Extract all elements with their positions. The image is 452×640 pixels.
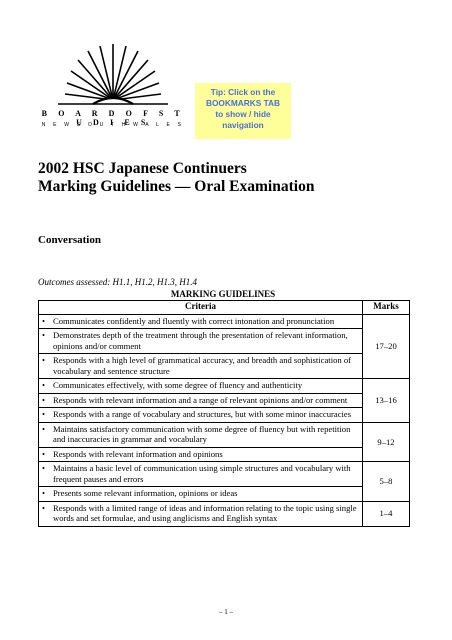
criterion-text: Responds with a range of vocabulary and … — [53, 409, 352, 419]
criterion-item: • Maintains satisfactory communication wi… — [39, 423, 362, 447]
marks-cell: 5–8 — [362, 461, 410, 502]
criterion-item: • Communicates effectively, with some deg… — [39, 379, 362, 393]
criterion-item: • Presents some relevant information, opi… — [39, 486, 362, 501]
criterion-item: • Responds with relevant information and … — [39, 446, 362, 462]
tip-line: to show / hide — [215, 109, 271, 119]
bullet-icon: • — [42, 380, 46, 390]
bullet-icon: • — [42, 488, 46, 498]
bullet-icon: • — [42, 423, 46, 434]
table-header-row: Criteria Marks — [38, 300, 410, 315]
criteria-cell: • Communicates confidently and fluently w… — [38, 313, 363, 379]
table-row: • Maintains a basic level of communicatio… — [38, 461, 410, 502]
tip-line: navigation — [222, 120, 264, 130]
marking-guidelines-heading: MARKING GUIDELINES — [170, 289, 276, 299]
title-line: Marking Guidelines — Oral Examination — [38, 178, 315, 195]
bullet-icon: • — [42, 409, 46, 419]
criterion-text: Communicates confidently and fluently wi… — [53, 315, 335, 326]
marks-cell: 13–16 — [362, 378, 410, 423]
tip-line: BOOKMARKS TAB — [205, 98, 281, 108]
criterion-text: Responds with a limited range of ideas a… — [53, 502, 357, 524]
marks-cell: 1–4 — [362, 500, 410, 527]
page-title: 2002 HSC Japanese Continuers Marking Gui… — [38, 160, 314, 196]
title-line: 2002 HSC Japanese Continuers — [38, 160, 247, 177]
page-number: – 1 – — [219, 608, 233, 616]
criterion-text: Responds with relevant information and a… — [53, 394, 348, 405]
bullet-icon: • — [42, 502, 46, 513]
criterion-item: • Responds with a high level of grammatic… — [39, 353, 362, 378]
criteria-cell: • Maintains satisfactory communication wi… — [38, 421, 363, 462]
criteria-cell: • Communicates effectively, with some deg… — [38, 378, 363, 423]
bullet-icon: • — [42, 355, 46, 365]
table-row: • Communicates confidently and fluently w… — [38, 313, 410, 379]
table-row: • Maintains satisfactory communication wi… — [38, 421, 410, 462]
bullet-icon: • — [42, 315, 46, 326]
bullet-icon: • — [42, 394, 46, 405]
tip-line: Tip: Click on the — [210, 87, 276, 97]
criterion-text: Responds with a high level of grammatica… — [53, 355, 351, 376]
table-row: • Responds with a limited range of ideas … — [38, 500, 410, 527]
criterion-item: • Demonstrates depth of the treatment thr… — [39, 328, 362, 353]
criterion-text: Presents some relevant information, opin… — [53, 488, 238, 498]
criteria-header: Criteria — [38, 300, 363, 315]
criterion-text: Maintains satisfactory communication wit… — [53, 423, 351, 445]
outcomes-assessed: Outcomes assessed: H1.1, H1.2, H1.3, H1.… — [38, 277, 197, 287]
criterion-text: Demonstrates depth of the treatment thro… — [53, 330, 348, 351]
org-subtitle: N E W S O U T H W A L E S — [41, 122, 185, 128]
criterion-item: • Responds with a range of vocabulary and… — [39, 407, 362, 422]
criterion-item: • Maintains a basic level of communicatio… — [39, 462, 362, 486]
bookmarks-tip-box: Tip: Click on the BOOKMARKS TAB to show … — [195, 83, 291, 139]
sunburst-logo-icon — [58, 44, 168, 105]
section-title: Conversation — [38, 234, 101, 246]
bullet-icon: • — [42, 330, 46, 340]
criterion-text: Responds with relevant information and o… — [53, 448, 223, 459]
bullet-icon: • — [42, 463, 46, 473]
criterion-item: • Responds with relevant information and … — [39, 392, 362, 408]
criterion-text: Communicates effectively, with some degr… — [53, 380, 303, 390]
marks-cell: 9–12 — [362, 421, 410, 462]
criterion-text: Maintains a basic level of communication… — [53, 463, 351, 484]
criteria-cell: • Maintains a basic level of communicatio… — [38, 461, 363, 502]
bullet-icon: • — [42, 448, 46, 459]
criteria-cell: • Responds with a limited range of ideas … — [38, 500, 363, 527]
marking-guidelines-table: Criteria Marks • Communicates confidently… — [38, 300, 410, 527]
criterion-item: • Responds with a limited range of ideas … — [39, 502, 362, 526]
marks-header: Marks — [362, 300, 410, 315]
marks-cell: 17–20 — [362, 313, 410, 379]
criterion-item: • Communicates confidently and fluently w… — [39, 315, 362, 329]
table-row: • Communicates effectively, with some deg… — [38, 378, 410, 423]
